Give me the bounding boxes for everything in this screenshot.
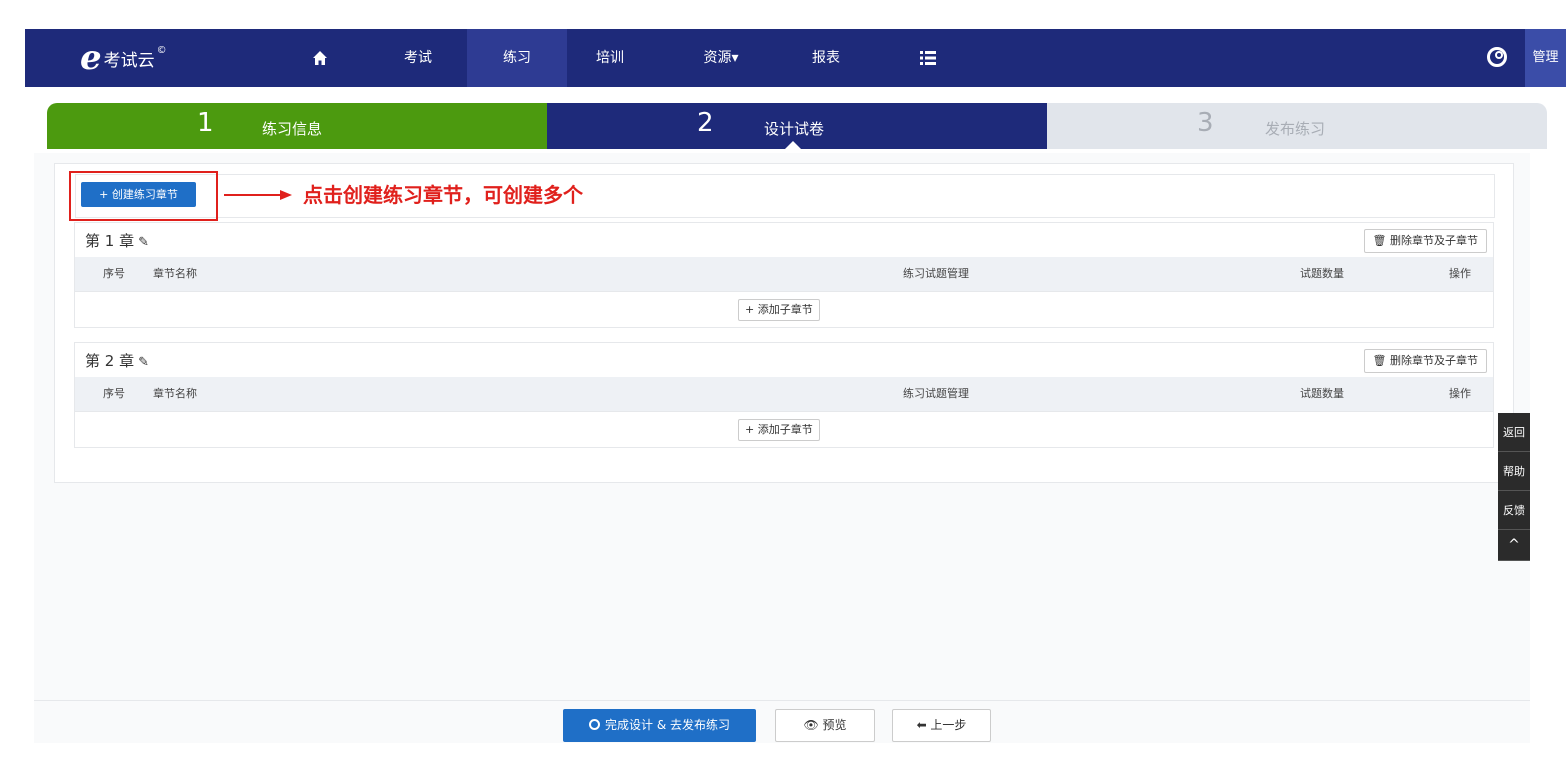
chapter-title[interactable]: 第 1 章 ✎ — [85, 230, 149, 251]
side-toolbar: 返回 帮助 反馈 ^ — [1498, 413, 1530, 561]
delete-chapter-button[interactable]: 🗑 删除章节及子章节 — [1363, 349, 1487, 373]
logo-copyright: © — [156, 44, 167, 56]
pencil-icon[interactable]: ✎ — [138, 235, 149, 250]
chapter-header: 第 1 章 ✎ 🗑 删除章节及子章节 — [75, 223, 1493, 257]
user-icon[interactable] — [1487, 47, 1507, 67]
step-publish-practice[interactable]: 3 发布练习 — [1047, 103, 1547, 149]
table-body: + 添加子章节 — [75, 411, 1493, 447]
feedback-button[interactable]: 反馈 — [1498, 491, 1530, 530]
highlight-box — [69, 171, 218, 221]
column-header: 章节名称 — [153, 387, 197, 400]
column-header: 练习试题管理 — [903, 267, 969, 280]
column-header: 序号 — [103, 267, 125, 280]
step-number: 2 — [697, 108, 714, 138]
step-progress: 1 练习信息 2 设计试卷 3 发布练习 — [47, 103, 1547, 149]
chapter-header: 第 2 章 ✎ 🗑 删除章节及子章节 — [75, 343, 1493, 377]
step-label: 设计试卷 — [764, 120, 825, 138]
previous-step-button[interactable]: ⬅ 上一步 — [892, 709, 991, 742]
admin-button[interactable]: 管理 — [1525, 29, 1566, 87]
add-subchapter-button[interactable]: + 添加子章节 — [738, 299, 820, 321]
back-button[interactable]: 返回 — [1498, 413, 1530, 452]
table-header: 序号 章节名称 练习试题管理 试题数量 操作 — [75, 377, 1493, 411]
delete-chapter-button[interactable]: 🗑 删除章节及子章节 — [1363, 229, 1487, 253]
chapter-block: 第 1 章 ✎ 🗑 删除章节及子章节 序号 章节名称 练习试题管理 试题数量 操作… — [74, 222, 1494, 328]
step-number: 3 — [1197, 108, 1214, 138]
nav-item-resources[interactable]: 资源▾ — [691, 29, 751, 87]
scroll-top-button[interactable]: ^ — [1498, 530, 1530, 561]
top-navbar: e 考试云 © 考试 练习 培训 资源▾ 报表 管理 — [25, 29, 1566, 87]
add-subchapter-button[interactable]: + 添加子章节 — [738, 419, 820, 441]
annotation-arrow — [224, 194, 282, 196]
table-header: 序号 章节名称 练习试题管理 试题数量 操作 — [75, 257, 1493, 291]
list-icon[interactable] — [915, 29, 941, 87]
nav-item-reports[interactable]: 报表 — [801, 29, 851, 87]
chapter-block: 第 2 章 ✎ 🗑 删除章节及子章节 序号 章节名称 练习试题管理 试题数量 操作… — [74, 342, 1494, 448]
chapter-title-text: 第 2 章 — [85, 352, 135, 370]
step-number: 1 — [197, 108, 214, 138]
chapter-title-text: 第 1 章 — [85, 232, 135, 250]
column-header: 操作 — [1449, 267, 1471, 280]
column-header: 练习试题管理 — [903, 387, 969, 400]
column-header: 序号 — [103, 387, 125, 400]
circle-icon — [589, 719, 600, 730]
step-design-paper[interactable]: 2 设计试卷 — [547, 103, 1047, 149]
logo-text: 考试云 — [103, 50, 155, 71]
column-header: 操作 — [1449, 387, 1471, 400]
nav-item-training[interactable]: 培训 — [585, 29, 635, 87]
step-label: 练习信息 — [262, 120, 323, 138]
pencil-icon[interactable]: ✎ — [138, 355, 149, 370]
chapter-title[interactable]: 第 2 章 ✎ — [85, 350, 149, 371]
table-body: + 添加子章节 — [75, 291, 1493, 327]
footer-actions: 完成设计 & 去发布练习 👁 预览 ⬅ 上一步 — [34, 700, 1530, 743]
brand-logo[interactable]: e 考试云 © — [80, 38, 167, 78]
nav-item-exam[interactable]: 考试 — [393, 29, 443, 87]
finish-design-button[interactable]: 完成设计 & 去发布练习 — [563, 709, 756, 742]
step-label: 发布练习 — [1265, 120, 1326, 138]
column-header: 试题数量 — [1300, 267, 1344, 280]
nav-item-practice[interactable]: 练习 — [467, 29, 567, 87]
home-icon[interactable] — [305, 29, 335, 87]
active-step-caret — [785, 141, 801, 149]
column-header: 试题数量 — [1300, 387, 1344, 400]
annotation-text: 点击创建练习章节，可创建多个 — [303, 183, 583, 207]
annotation-arrow-head — [280, 190, 292, 200]
logo-mark: e — [80, 38, 102, 78]
preview-button[interactable]: 👁 预览 — [775, 709, 875, 742]
step-practice-info[interactable]: 1 练习信息 — [47, 103, 547, 149]
finish-label: 完成设计 & 去发布练习 — [605, 718, 730, 732]
column-header: 章节名称 — [153, 267, 197, 280]
help-button[interactable]: 帮助 — [1498, 452, 1530, 491]
